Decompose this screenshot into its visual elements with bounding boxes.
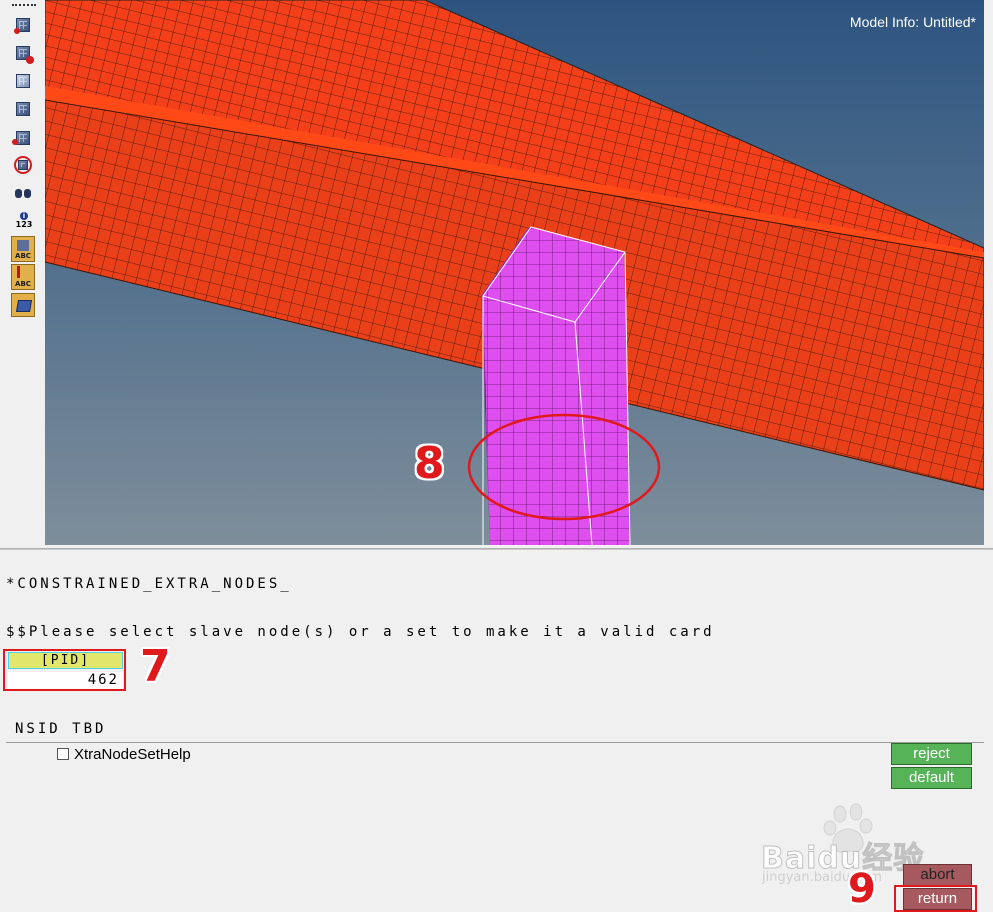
mesh-view-icon[interactable] (12, 72, 34, 92)
quad-element-icon[interactable] (11, 293, 35, 317)
model-info-label: Model Info: Untitled* (849, 14, 976, 30)
pid-value-input[interactable]: 462 (8, 672, 123, 689)
label-abc-down-icon[interactable]: ABC (11, 264, 35, 290)
panel-divider (6, 742, 984, 743)
xtra-node-set-help-checkbox[interactable] (57, 748, 69, 760)
mesh-model (45, 0, 984, 545)
mesh-select-icon[interactable] (12, 129, 34, 149)
pid-field-highlight: [PID] 462 (3, 649, 126, 691)
abort-button[interactable]: abort (903, 864, 972, 886)
pid-label[interactable]: [PID] (8, 652, 123, 669)
toolbar-grip[interactable] (12, 4, 36, 7)
mesh-edit-icon[interactable] (12, 44, 34, 64)
return-button-highlight (894, 885, 977, 912)
find-binoculars-icon[interactable] (12, 184, 34, 204)
panel-separator[interactable] (0, 548, 993, 550)
card-title: *CONSTRAINED_EXTRA_NODES_ (6, 576, 292, 592)
label-abc-down-text: ABC (15, 280, 31, 288)
mesh-shade-icon[interactable] (12, 100, 34, 120)
graphics-viewport[interactable]: Model Info: Untitled* 8 (45, 0, 984, 545)
info-123-icon[interactable]: i 123 (12, 211, 34, 231)
mesh-display-icon[interactable] (12, 16, 34, 36)
viewport-right-border (984, 0, 993, 548)
step9-callout: 9 (848, 866, 876, 912)
label-abc-text: ABC (15, 252, 31, 260)
step8-callout: 8 (414, 438, 445, 489)
info-123-label: 123 (15, 220, 33, 229)
left-toolbar: i 123 ABC ABC (0, 0, 45, 548)
selection-prompt: $$Please select slave node(s) or a set t… (6, 624, 715, 640)
reject-button[interactable]: reject (891, 743, 972, 765)
label-abc-icon[interactable]: ABC (11, 236, 35, 262)
default-button[interactable]: default (891, 767, 972, 789)
xtra-node-set-help-label: XtraNodeSetHelp (74, 745, 191, 763)
target-mesh-icon[interactable] (12, 156, 34, 176)
xtra-node-set-help-option[interactable]: XtraNodeSetHelp (57, 745, 191, 763)
step7-callout: 7 (140, 641, 171, 692)
nsid-label: NSID TBD (15, 721, 107, 737)
